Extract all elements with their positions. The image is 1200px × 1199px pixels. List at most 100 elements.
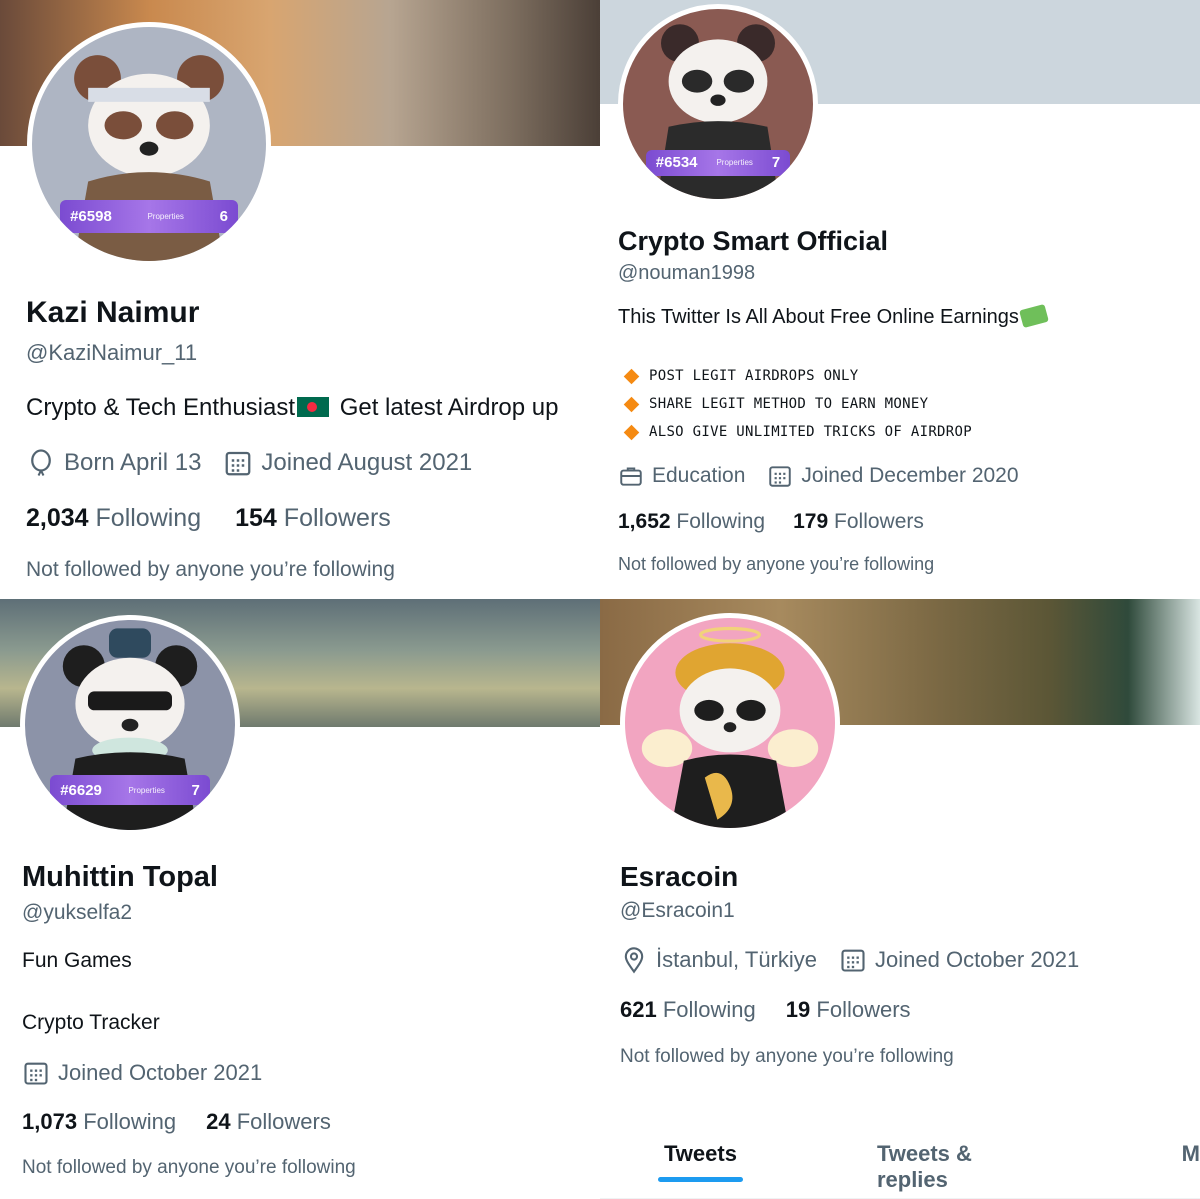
joined-item: Joined August 2021 bbox=[223, 448, 472, 478]
joined-item: Joined October 2021 bbox=[22, 1059, 262, 1087]
profile-card-muhittin: #6629 Properties 7 Muhittin Topal @yukse… bbox=[0, 599, 600, 1199]
birthday-item: Born April 13 bbox=[26, 448, 201, 478]
nft-properties-label: Properties bbox=[128, 785, 165, 795]
location-icon bbox=[624, 947, 644, 974]
following-label: Following bbox=[676, 510, 766, 533]
bio-list-text: POST LEGIT AIRDROPS ONLY bbox=[649, 368, 859, 384]
user-handle: @nouman1998 bbox=[618, 262, 756, 284]
bio-line-1: Fun Games bbox=[22, 949, 132, 972]
following-label: Following bbox=[83, 1109, 177, 1134]
bio-text: Crypto & Tech Enthusiast bbox=[26, 394, 296, 421]
follow-stats: 1,073 Following 24 Followers bbox=[22, 1109, 365, 1135]
user-handle: @Esracoin1 bbox=[620, 899, 735, 922]
bio-line-2: Crypto Tracker bbox=[22, 1011, 160, 1034]
joined-item: Joined October 2021 bbox=[839, 946, 1079, 974]
nft-properties-label: Properties bbox=[716, 158, 753, 168]
tab-media[interactable]: M bbox=[1182, 1121, 1200, 1198]
calendar-icon bbox=[841, 949, 865, 972]
following-count: 1,652 bbox=[618, 510, 671, 533]
nft-id: #6534 bbox=[655, 154, 698, 172]
location-item: İstanbul, Türkiye bbox=[620, 946, 817, 974]
display-name: Crypto Smart Official bbox=[618, 226, 889, 256]
followers-link[interactable]: 19 Followers bbox=[786, 997, 911, 1023]
following-link[interactable]: 1,073 Following bbox=[22, 1109, 176, 1135]
followers-count: 154 bbox=[235, 504, 277, 532]
not-followed-notice: Not followed by anyone you’re following bbox=[22, 1157, 356, 1178]
not-followed-notice: Not followed by anyone you’re following bbox=[618, 554, 935, 574]
display-name: Kazi Naimur bbox=[26, 296, 200, 329]
bio-list-item: SHARE LEGIT METHOD TO EARN MONEY bbox=[618, 390, 972, 418]
display-name: Esracoin bbox=[620, 861, 739, 892]
bio-list-item: POST LEGIT AIRDROPS ONLY bbox=[618, 362, 972, 390]
follow-stats: 2,034 Following 154 Followers bbox=[26, 504, 425, 533]
calendar-icon bbox=[769, 466, 792, 487]
user-handle: @KaziNaimur_11 bbox=[26, 340, 198, 365]
calendar-icon bbox=[24, 1062, 48, 1085]
joined-text: Joined October 2021 bbox=[58, 1060, 263, 1085]
bio-list-text: ALSO GIVE UNLIMITED TRICKS OF AIRDROP bbox=[649, 424, 972, 440]
followers-link[interactable]: 179 Followers bbox=[793, 510, 924, 534]
nft-properties-count: 7 bbox=[191, 781, 200, 799]
nft-badge: #6534 Properties 7 bbox=[645, 149, 791, 177]
nft-properties-count: 6 bbox=[219, 208, 228, 226]
user-handle: @yukselfa2 bbox=[22, 901, 133, 924]
balloon-icon bbox=[31, 449, 51, 476]
following-label: Following bbox=[662, 997, 756, 1022]
briefcase-icon bbox=[620, 467, 642, 486]
followers-count: 24 bbox=[206, 1109, 231, 1134]
category-text: Education bbox=[652, 464, 746, 487]
orange-diamond-icon bbox=[623, 424, 640, 440]
birthday-text: Born April 13 bbox=[64, 449, 202, 476]
following-link[interactable]: 621 Following bbox=[620, 997, 756, 1023]
money-emoji-icon bbox=[1019, 303, 1049, 329]
profile-meta: Born April 13 Joined August 2021 bbox=[26, 448, 494, 478]
orange-diamond-icon bbox=[623, 368, 640, 384]
followers-count: 179 bbox=[793, 510, 829, 533]
followers-label: Followers bbox=[236, 1109, 331, 1134]
bangladesh-flag-icon bbox=[297, 397, 330, 417]
following-link[interactable]: 2,034 Following bbox=[26, 504, 201, 533]
location-text: İstanbul, Türkiye bbox=[656, 947, 818, 972]
bio: This Twitter Is All About Free Online Ea… bbox=[618, 303, 1049, 329]
tab-tweets-replies[interactable]: Tweets & replies bbox=[877, 1121, 1042, 1198]
nft-id: #6598 bbox=[70, 208, 112, 226]
nft-properties-count: 7 bbox=[771, 154, 781, 172]
tab-tweets[interactable]: Tweets bbox=[658, 1121, 743, 1198]
bio-list-item: ALSO GIVE UNLIMITED TRICKS OF AIRDROP bbox=[618, 418, 972, 446]
not-followed-notice: Not followed by anyone you’re following bbox=[620, 1046, 954, 1067]
nft-badge: #6629 Properties 7 bbox=[50, 775, 210, 805]
follow-stats: 621 Following 19 Followers bbox=[620, 997, 945, 1023]
joined-item: Joined December 2020 bbox=[767, 463, 1019, 489]
joined-text: Joined October 2021 bbox=[875, 947, 1080, 972]
profile-card-crypto-smart: #6534 Properties 7 Crypto Smart Official… bbox=[600, 0, 1200, 599]
bio-text-continued: Get latest Airdrop up bbox=[333, 394, 559, 421]
following-count: 621 bbox=[620, 997, 657, 1022]
follow-stats: 1,652 Following 179 Followers bbox=[618, 510, 958, 534]
following-link[interactable]: 1,652 Following bbox=[618, 510, 765, 534]
calendar-icon bbox=[226, 451, 251, 476]
profile-meta: Joined October 2021 bbox=[22, 1059, 284, 1087]
followers-link[interactable]: 154 Followers bbox=[235, 504, 391, 533]
profile-meta: Education Joined December 2020 bbox=[618, 463, 1041, 489]
followers-link[interactable]: 24 Followers bbox=[206, 1109, 331, 1135]
panda-avatar-image bbox=[641, 626, 819, 828]
avatar[interactable] bbox=[620, 613, 840, 833]
avatar[interactable]: #6534 Properties 7 bbox=[618, 4, 818, 204]
profile-card-kazi: #6598 Properties 6 Kazi Naimur @KaziNaim… bbox=[0, 0, 600, 599]
bio-list-text: SHARE LEGIT METHOD TO EARN MONEY bbox=[649, 396, 929, 412]
joined-text: Joined August 2021 bbox=[261, 449, 473, 476]
display-name: Muhittin Topal bbox=[22, 861, 218, 893]
nft-badge: #6598 Properties 6 bbox=[60, 200, 238, 233]
bio-text: This Twitter Is All About Free Online Ea… bbox=[618, 306, 1019, 328]
not-followed-notice: Not followed by anyone you’re following bbox=[26, 558, 395, 581]
avatar[interactable]: #6629 Properties 7 bbox=[20, 615, 240, 835]
following-count: 1,073 bbox=[22, 1109, 78, 1134]
profile-meta: İstanbul, Türkiye Joined October 2021 bbox=[620, 946, 1101, 974]
following-count: 2,034 bbox=[26, 504, 89, 532]
followers-label: Followers bbox=[283, 504, 391, 532]
profile-card-esracoin: Esracoin @Esracoin1 İstanbul, Türkiye Jo… bbox=[600, 599, 1200, 1199]
following-label: Following bbox=[95, 504, 202, 532]
joined-text: Joined December 2020 bbox=[801, 464, 1019, 487]
avatar[interactable]: #6598 Properties 6 bbox=[27, 22, 271, 266]
category-item: Education bbox=[618, 463, 745, 489]
